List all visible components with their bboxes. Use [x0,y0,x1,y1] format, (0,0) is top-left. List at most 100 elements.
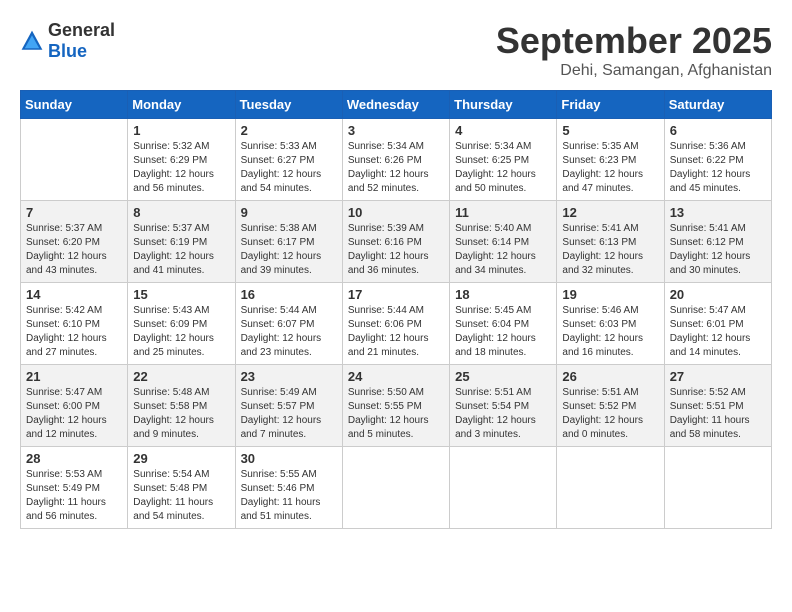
calendar-cell-5-4 [342,447,449,529]
day-number: 1 [133,123,229,138]
logo: General Blue [20,20,115,62]
day-info: Sunrise: 5:33 AMSunset: 6:27 PMDaylight:… [241,140,337,196]
day-number: 21 [26,369,122,384]
calendar-cell-3-5: 18Sunrise: 5:45 AMSunset: 6:04 PMDayligh… [450,283,557,365]
day-info: Sunrise: 5:36 AMSunset: 6:22 PMDaylight:… [670,140,766,196]
calendar-cell-4-6: 26 Sunrise: 5:51 AMSunset: 5:52 PMDayligh… [557,365,664,447]
calendar-cell-4-4: 24 Sunrise: 5:50 AMSunset: 5:55 PMDayligh… [342,365,449,447]
day-info: Sunrise: 5:37 AMSunset: 6:19 PMDaylight:… [133,222,229,278]
day-info: Sunrise: 5:34 AMSunset: 6:26 PMDaylight:… [348,140,444,196]
calendar-header-wednesday: Wednesday [342,91,449,119]
day-number: 29 [133,451,229,466]
title-area: September 2025 Dehi, Samangan, Afghanist… [496,20,772,80]
logo-icon [20,29,44,53]
calendar-header-friday: Friday [557,91,664,119]
day-number: 15 [133,287,229,302]
calendar-week-row-4: 21 Sunrise: 5:47 AMSunset: 6:00 PMDayligh… [21,365,772,447]
day-number: 14 [26,287,122,302]
calendar-cell-3-4: 17 Sunrise: 5:44 AMSunset: 6:06 PMDayligh… [342,283,449,365]
calendar-header-row: SundayMondayTuesdayWednesdayThursdayFrid… [21,91,772,119]
day-info: Sunrise: 5:40 AMSunset: 6:14 PMDaylight:… [455,222,551,278]
calendar-cell-5-6 [557,447,664,529]
day-number: 8 [133,205,229,220]
day-info: Sunrise: 5:35 AMSunset: 6:23 PMDaylight:… [562,140,658,196]
day-number: 4 [455,123,551,138]
day-info: Sunrise: 5:51 AMSunset: 5:54 PMDaylight:… [455,386,551,442]
day-number: 20 [670,287,766,302]
calendar-header-thursday: Thursday [450,91,557,119]
day-number: 24 [348,369,444,384]
day-info: Sunrise: 5:51 AMSunset: 5:52 PMDaylight:… [562,386,658,442]
day-info: Sunrise: 5:47 AMSunset: 6:00 PMDaylight:… [26,386,122,442]
calendar-cell-1-6: 5Sunrise: 5:35 AMSunset: 6:23 PMDaylight… [557,119,664,201]
day-info: Sunrise: 5:37 AMSunset: 6:20 PMDaylight:… [26,222,122,278]
day-info: Sunrise: 5:46 AMSunset: 6:03 PMDaylight:… [562,304,658,360]
day-info: Sunrise: 5:38 AMSunset: 6:17 PMDaylight:… [241,222,337,278]
day-info: Sunrise: 5:49 AMSunset: 5:57 PMDaylight:… [241,386,337,442]
calendar-cell-1-5: 4 Sunrise: 5:34 AMSunset: 6:25 PMDaylight… [450,119,557,201]
day-number: 7 [26,205,122,220]
calendar-week-row-1: 1 Sunrise: 5:32 AMSunset: 6:29 PMDaylight… [21,119,772,201]
day-number: 28 [26,451,122,466]
calendar-table: SundayMondayTuesdayWednesdayThursdayFrid… [20,90,772,529]
day-number: 3 [348,123,444,138]
calendar-cell-3-1: 14 Sunrise: 5:42 AMSunset: 6:10 PMDayligh… [21,283,128,365]
calendar-cell-2-3: 9 Sunrise: 5:38 AMSunset: 6:17 PMDaylight… [235,201,342,283]
day-info: Sunrise: 5:41 AMSunset: 6:13 PMDaylight:… [562,222,658,278]
day-number: 12 [562,205,658,220]
calendar-cell-1-2: 1 Sunrise: 5:32 AMSunset: 6:29 PMDaylight… [128,119,235,201]
day-info: Sunrise: 5:54 AMSunset: 5:48 PMDaylight:… [133,468,229,524]
day-info: Sunrise: 5:50 AMSunset: 5:55 PMDaylight:… [348,386,444,442]
day-number: 6 [670,123,766,138]
calendar-cell-1-7: 6 Sunrise: 5:36 AMSunset: 6:22 PMDaylight… [664,119,771,201]
calendar-week-row-3: 14 Sunrise: 5:42 AMSunset: 6:10 PMDayligh… [21,283,772,365]
calendar-header-saturday: Saturday [664,91,771,119]
day-info: Sunrise: 5:43 AMSunset: 6:09 PMDaylight:… [133,304,229,360]
calendar-week-row-2: 7 Sunrise: 5:37 AMSunset: 6:20 PMDaylight… [21,201,772,283]
day-number: 26 [562,369,658,384]
day-number: 9 [241,205,337,220]
day-number: 13 [670,205,766,220]
day-info: Sunrise: 5:55 AMSunset: 5:46 PMDaylight:… [241,468,337,524]
day-info: Sunrise: 5:32 AMSunset: 6:29 PMDaylight:… [133,140,229,196]
day-info: Sunrise: 5:44 AMSunset: 6:06 PMDaylight:… [348,304,444,360]
day-info: Sunrise: 5:44 AMSunset: 6:07 PMDaylight:… [241,304,337,360]
month-title: September 2025 [496,20,772,62]
calendar-cell-1-3: 2 Sunrise: 5:33 AMSunset: 6:27 PMDaylight… [235,119,342,201]
day-info: Sunrise: 5:42 AMSunset: 6:10 PMDaylight:… [26,304,122,360]
day-info: Sunrise: 5:39 AMSunset: 6:16 PMDaylight:… [348,222,444,278]
calendar-cell-1-4: 3 Sunrise: 5:34 AMSunset: 6:26 PMDaylight… [342,119,449,201]
calendar-cell-4-1: 21 Sunrise: 5:47 AMSunset: 6:00 PMDayligh… [21,365,128,447]
calendar-cell-2-6: 12 Sunrise: 5:41 AMSunset: 6:13 PMDayligh… [557,201,664,283]
logo-blue-text: Blue [48,41,87,61]
calendar-cell-2-2: 8 Sunrise: 5:37 AMSunset: 6:19 PMDaylight… [128,201,235,283]
calendar-cell-3-2: 15 Sunrise: 5:43 AMSunset: 6:09 PMDayligh… [128,283,235,365]
calendar-cell-3-7: 20 Sunrise: 5:47 AMSunset: 6:01 PMDayligh… [664,283,771,365]
day-number: 2 [241,123,337,138]
calendar-cell-1-1 [21,119,128,201]
day-number: 10 [348,205,444,220]
calendar-cell-5-7 [664,447,771,529]
calendar-header-monday: Monday [128,91,235,119]
day-info: Sunrise: 5:47 AMSunset: 6:01 PMDaylight:… [670,304,766,360]
calendar-cell-4-2: 22Sunrise: 5:48 AMSunset: 5:58 PMDayligh… [128,365,235,447]
day-info: Sunrise: 5:34 AMSunset: 6:25 PMDaylight:… [455,140,551,196]
calendar-cell-4-5: 25Sunrise: 5:51 AMSunset: 5:54 PMDayligh… [450,365,557,447]
day-number: 27 [670,369,766,384]
day-info: Sunrise: 5:53 AMSunset: 5:49 PMDaylight:… [26,468,122,524]
day-number: 30 [241,451,337,466]
day-info: Sunrise: 5:41 AMSunset: 6:12 PMDaylight:… [670,222,766,278]
calendar-cell-5-2: 29 Sunrise: 5:54 AMSunset: 5:48 PMDayligh… [128,447,235,529]
day-number: 19 [562,287,658,302]
day-info: Sunrise: 5:52 AMSunset: 5:51 PMDaylight:… [670,386,766,442]
calendar-cell-5-3: 30 Sunrise: 5:55 AMSunset: 5:46 PMDayligh… [235,447,342,529]
calendar-cell-2-7: 13 Sunrise: 5:41 AMSunset: 6:12 PMDayligh… [664,201,771,283]
calendar-cell-5-5 [450,447,557,529]
calendar-header-sunday: Sunday [21,91,128,119]
calendar-header-tuesday: Tuesday [235,91,342,119]
day-number: 17 [348,287,444,302]
calendar-cell-2-5: 11Sunrise: 5:40 AMSunset: 6:14 PMDayligh… [450,201,557,283]
day-number: 23 [241,369,337,384]
calendar-cell-2-4: 10 Sunrise: 5:39 AMSunset: 6:16 PMDayligh… [342,201,449,283]
calendar-cell-5-1: 28 Sunrise: 5:53 AMSunset: 5:49 PMDayligh… [21,447,128,529]
